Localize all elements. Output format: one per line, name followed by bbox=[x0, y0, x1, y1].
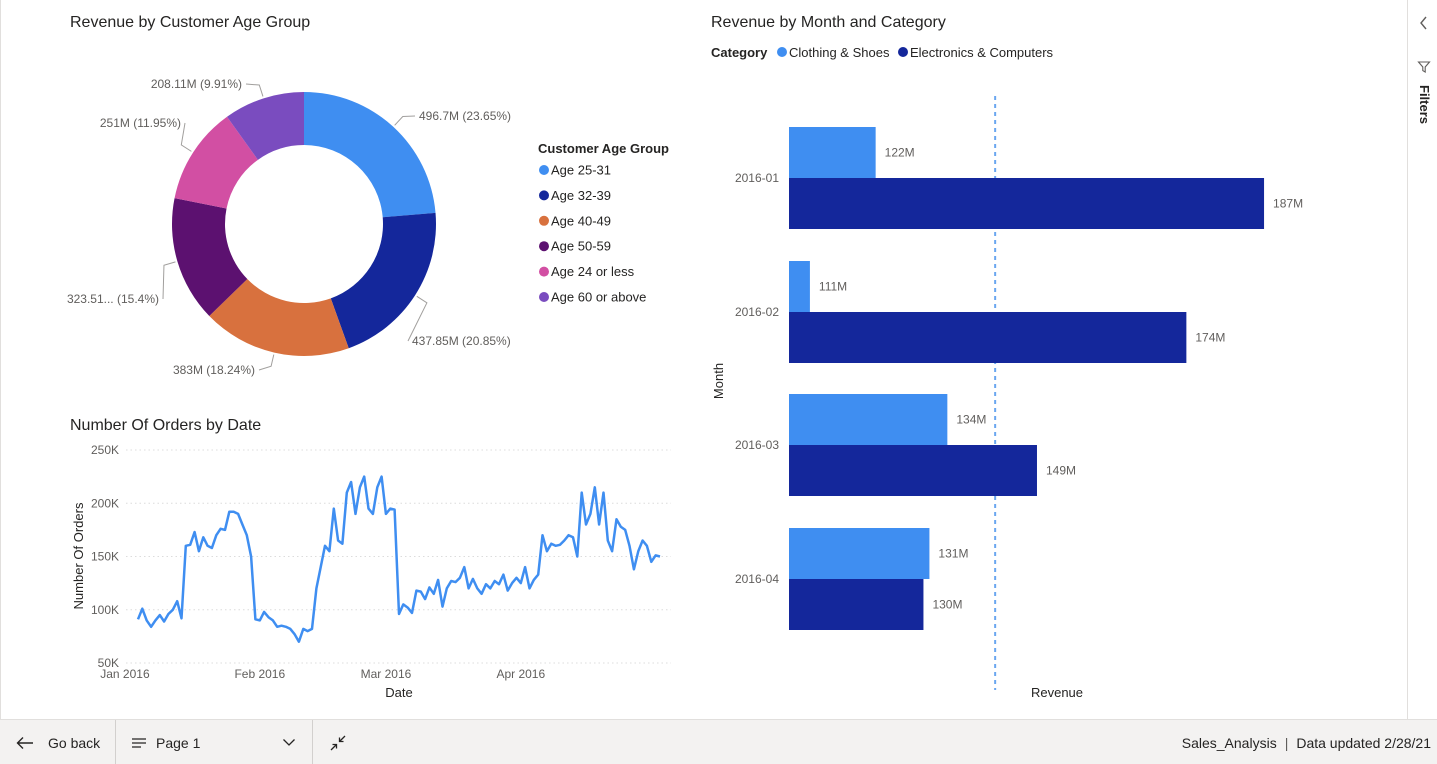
slice-leader-line bbox=[162, 261, 176, 300]
filters-label: Filters bbox=[1417, 85, 1432, 125]
y-tick-label: 200K bbox=[91, 496, 119, 510]
slice-data-label: 383M (18.24%) bbox=[173, 363, 255, 377]
legend-marker bbox=[539, 241, 549, 252]
x-axis-title: Revenue bbox=[1031, 685, 1083, 700]
go-back-label: Go back bbox=[48, 734, 101, 751]
x-tick-label: Mar 2016 bbox=[361, 667, 412, 681]
legend-item[interactable]: Clothing & Shoes bbox=[789, 45, 890, 60]
chevron-left-icon[interactable] bbox=[1417, 14, 1431, 32]
page-selector[interactable]: Page 1 bbox=[116, 720, 313, 764]
y-tick-label: 150K bbox=[91, 550, 119, 564]
status-separator: | bbox=[1284, 734, 1289, 751]
legend-item[interactable]: Age 60 or above bbox=[551, 290, 646, 305]
bar[interactable] bbox=[789, 261, 810, 312]
donut-legend-title: Customer Age Group bbox=[538, 141, 669, 156]
bar-data-label: 131M bbox=[938, 547, 968, 561]
category-label: 2016-04 bbox=[735, 572, 779, 586]
collapse-arrows-icon bbox=[330, 735, 346, 750]
x-tick-label: Feb 2016 bbox=[234, 667, 285, 681]
bar-data-label: 174M bbox=[1195, 331, 1225, 345]
bar-data-label: 122M bbox=[885, 146, 915, 160]
donut-slice[interactable] bbox=[304, 92, 436, 218]
bar[interactable] bbox=[789, 312, 1187, 363]
legend-marker bbox=[539, 266, 549, 277]
bar-chart-title: Revenue by Month and Category bbox=[711, 14, 946, 31]
report-status: Sales_Analysis | Data updated 2/28/21 bbox=[1182, 720, 1431, 764]
bar[interactable] bbox=[789, 394, 948, 445]
category-label: 2016-01 bbox=[735, 171, 779, 185]
revenue-bar-chart[interactable]: Category Clothing & Shoes Electronics & Co… bbox=[701, 40, 1401, 715]
bar[interactable] bbox=[789, 579, 924, 630]
legend-marker bbox=[539, 165, 549, 175]
bar-data-label: 134M bbox=[956, 413, 986, 427]
bar[interactable] bbox=[789, 528, 930, 579]
slice-data-label: 323.51... (15.4%) bbox=[67, 292, 159, 306]
legend-marker bbox=[539, 215, 549, 226]
slice-data-label: 496.7M (23.65%) bbox=[419, 109, 511, 123]
legend-item[interactable]: Age 50-59 bbox=[551, 239, 611, 254]
bar-legend-title: Category bbox=[711, 45, 768, 60]
slice-leader-line bbox=[245, 83, 264, 97]
category-label: 2016-02 bbox=[735, 305, 779, 319]
slice-data-label: 208.11M (9.91%) bbox=[151, 77, 242, 91]
line-chart-title: Number Of Orders by Date bbox=[70, 417, 262, 434]
filters-pane[interactable]: Filters bbox=[1407, 0, 1437, 719]
legend-item[interactable]: Age 40-49 bbox=[551, 213, 611, 228]
y-tick-label: 100K bbox=[91, 603, 119, 617]
bottom-navigation-bar: Go back Page 1 Sales_Analysis | Data upd… bbox=[0, 719, 1437, 764]
legend-item[interactable]: Age 25-31 bbox=[551, 163, 611, 178]
orders-line-chart[interactable]: 50K100K150K200K250KJan 2016 Feb 2016 Mar 2… bbox=[1, 438, 701, 713]
legend-marker bbox=[539, 292, 549, 302]
page-name: Page 1 bbox=[156, 734, 201, 751]
bar-data-label: 149M bbox=[1046, 464, 1076, 478]
slice-leader-line bbox=[258, 354, 275, 371]
bar-data-label: 187M bbox=[1273, 197, 1303, 211]
legend-marker bbox=[539, 190, 549, 201]
filter-icon bbox=[1417, 61, 1431, 73]
donut-title: Revenue by Customer Age Group bbox=[70, 14, 311, 31]
filters-label-box[interactable]: Filters bbox=[1412, 85, 1434, 145]
bar[interactable] bbox=[789, 178, 1265, 229]
x-axis-title: Date bbox=[385, 685, 412, 700]
bar[interactable] bbox=[789, 445, 1037, 496]
slice-data-label: 251M (11.95%) bbox=[100, 116, 181, 130]
fit-to-page-button[interactable] bbox=[314, 720, 362, 764]
x-tick-label: Jan 2016 bbox=[100, 667, 150, 681]
data-updated-text: Data updated 2/28/21 bbox=[1296, 734, 1431, 751]
report-name: Sales_Analysis bbox=[1181, 734, 1277, 751]
legend-item[interactable]: Electronics & Computers bbox=[910, 45, 1054, 60]
slice-leader-line bbox=[394, 115, 416, 126]
x-tick-label: Apr 2016 bbox=[496, 667, 545, 681]
slice-leader-line bbox=[180, 122, 192, 152]
orders-series-line[interactable] bbox=[136, 475, 661, 643]
legend-marker bbox=[777, 47, 787, 57]
report-canvas: Revenue by Customer Age Group 496.7M (23… bbox=[0, 0, 1407, 719]
y-axis-title: Number Of Orders bbox=[71, 502, 86, 609]
bar-data-label: 130M bbox=[932, 598, 962, 612]
legend-item[interactable]: Age 24 or less bbox=[551, 264, 635, 279]
donut-slice[interactable] bbox=[330, 212, 436, 349]
chevron-down-icon bbox=[283, 739, 295, 746]
y-tick-label: 250K bbox=[91, 443, 119, 457]
bar-data-label: 111M bbox=[819, 280, 847, 294]
legend-marker bbox=[898, 47, 908, 57]
arrow-left-icon bbox=[16, 736, 33, 749]
slice-data-label: 437.85M (20.85%) bbox=[412, 334, 511, 348]
category-label: 2016-03 bbox=[735, 438, 779, 452]
page-list-icon bbox=[132, 737, 146, 748]
go-back-button[interactable]: Go back bbox=[0, 720, 116, 764]
donut-chart[interactable]: 496.7M (23.65%) 437.85M (20.85%) 383M (18.… bbox=[1, 40, 701, 400]
y-axis-title: Month bbox=[711, 363, 726, 399]
bar[interactable] bbox=[789, 127, 876, 178]
legend-item[interactable]: Age 32-39 bbox=[551, 188, 611, 203]
